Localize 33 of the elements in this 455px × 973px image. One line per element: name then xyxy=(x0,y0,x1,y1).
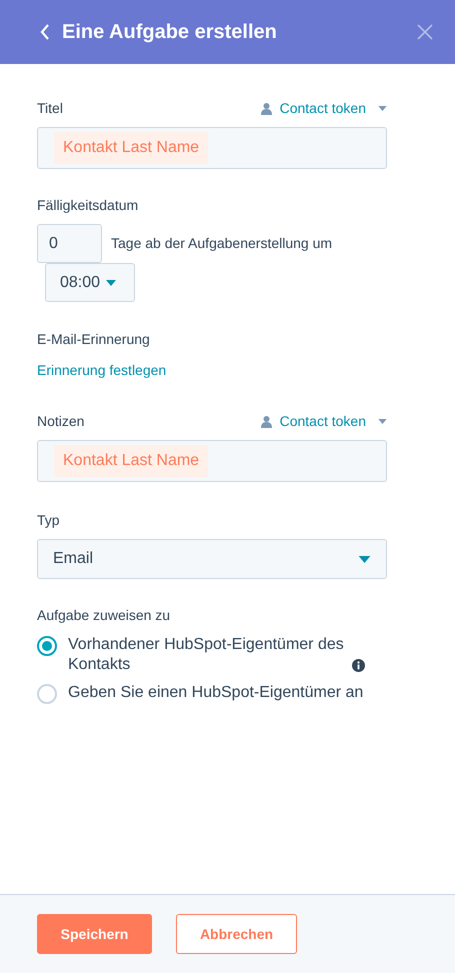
days-input[interactable]: 0 xyxy=(37,224,102,263)
type-select[interactable]: Email xyxy=(37,539,387,579)
input-field[interactable]: Kontakt Last Name xyxy=(37,127,387,169)
close-icon[interactable] xyxy=(417,24,433,40)
input-field[interactable]: Kontakt Last Name xyxy=(37,440,387,482)
person-icon xyxy=(260,102,272,115)
option-label: Vorhandener HubSpot-Eigentümer des Kontakts xyxy=(68,635,345,675)
option-label: Geben Sie einen HubSpot-Eigentümer an xyxy=(68,683,364,703)
save-button[interactable]: Speichern xyxy=(37,914,152,954)
radio-button[interactable] xyxy=(37,684,57,704)
caret-icon xyxy=(106,280,116,286)
radio-button[interactable] xyxy=(37,636,57,656)
days-suffix: Tage ab der Aufgabenerstellung um xyxy=(111,234,332,253)
field-label: Aufgabe zuweisen zu xyxy=(37,606,172,625)
token-chip: Kontakt Last Name xyxy=(54,445,208,477)
panel-title: Eine Aufgabe erstellen xyxy=(62,20,277,45)
info-icon[interactable] xyxy=(352,659,365,672)
contact-token-menu[interactable]: Contact token xyxy=(260,98,387,119)
caret-icon xyxy=(378,419,387,424)
person-icon xyxy=(260,415,272,428)
caret-icon xyxy=(358,556,371,562)
cancel-button[interactable]: Abbrechen xyxy=(176,914,297,954)
back-icon[interactable] xyxy=(40,24,50,40)
token-chip: Kontakt Last Name xyxy=(54,132,208,164)
field-label: Titel xyxy=(37,99,63,118)
field-label: Notizen xyxy=(37,412,84,431)
reminder-link[interactable]: Erinnerung festlegen xyxy=(37,360,166,381)
time-select[interactable]: 08:00 xyxy=(45,263,135,302)
contact-token-menu[interactable]: Contact token xyxy=(260,411,387,432)
field-label: E-Mail-Erinnerung xyxy=(37,330,151,349)
field-label: Typ xyxy=(37,511,61,530)
field-label: Fälligkeitsdatum xyxy=(37,196,140,215)
caret-icon xyxy=(378,106,387,111)
